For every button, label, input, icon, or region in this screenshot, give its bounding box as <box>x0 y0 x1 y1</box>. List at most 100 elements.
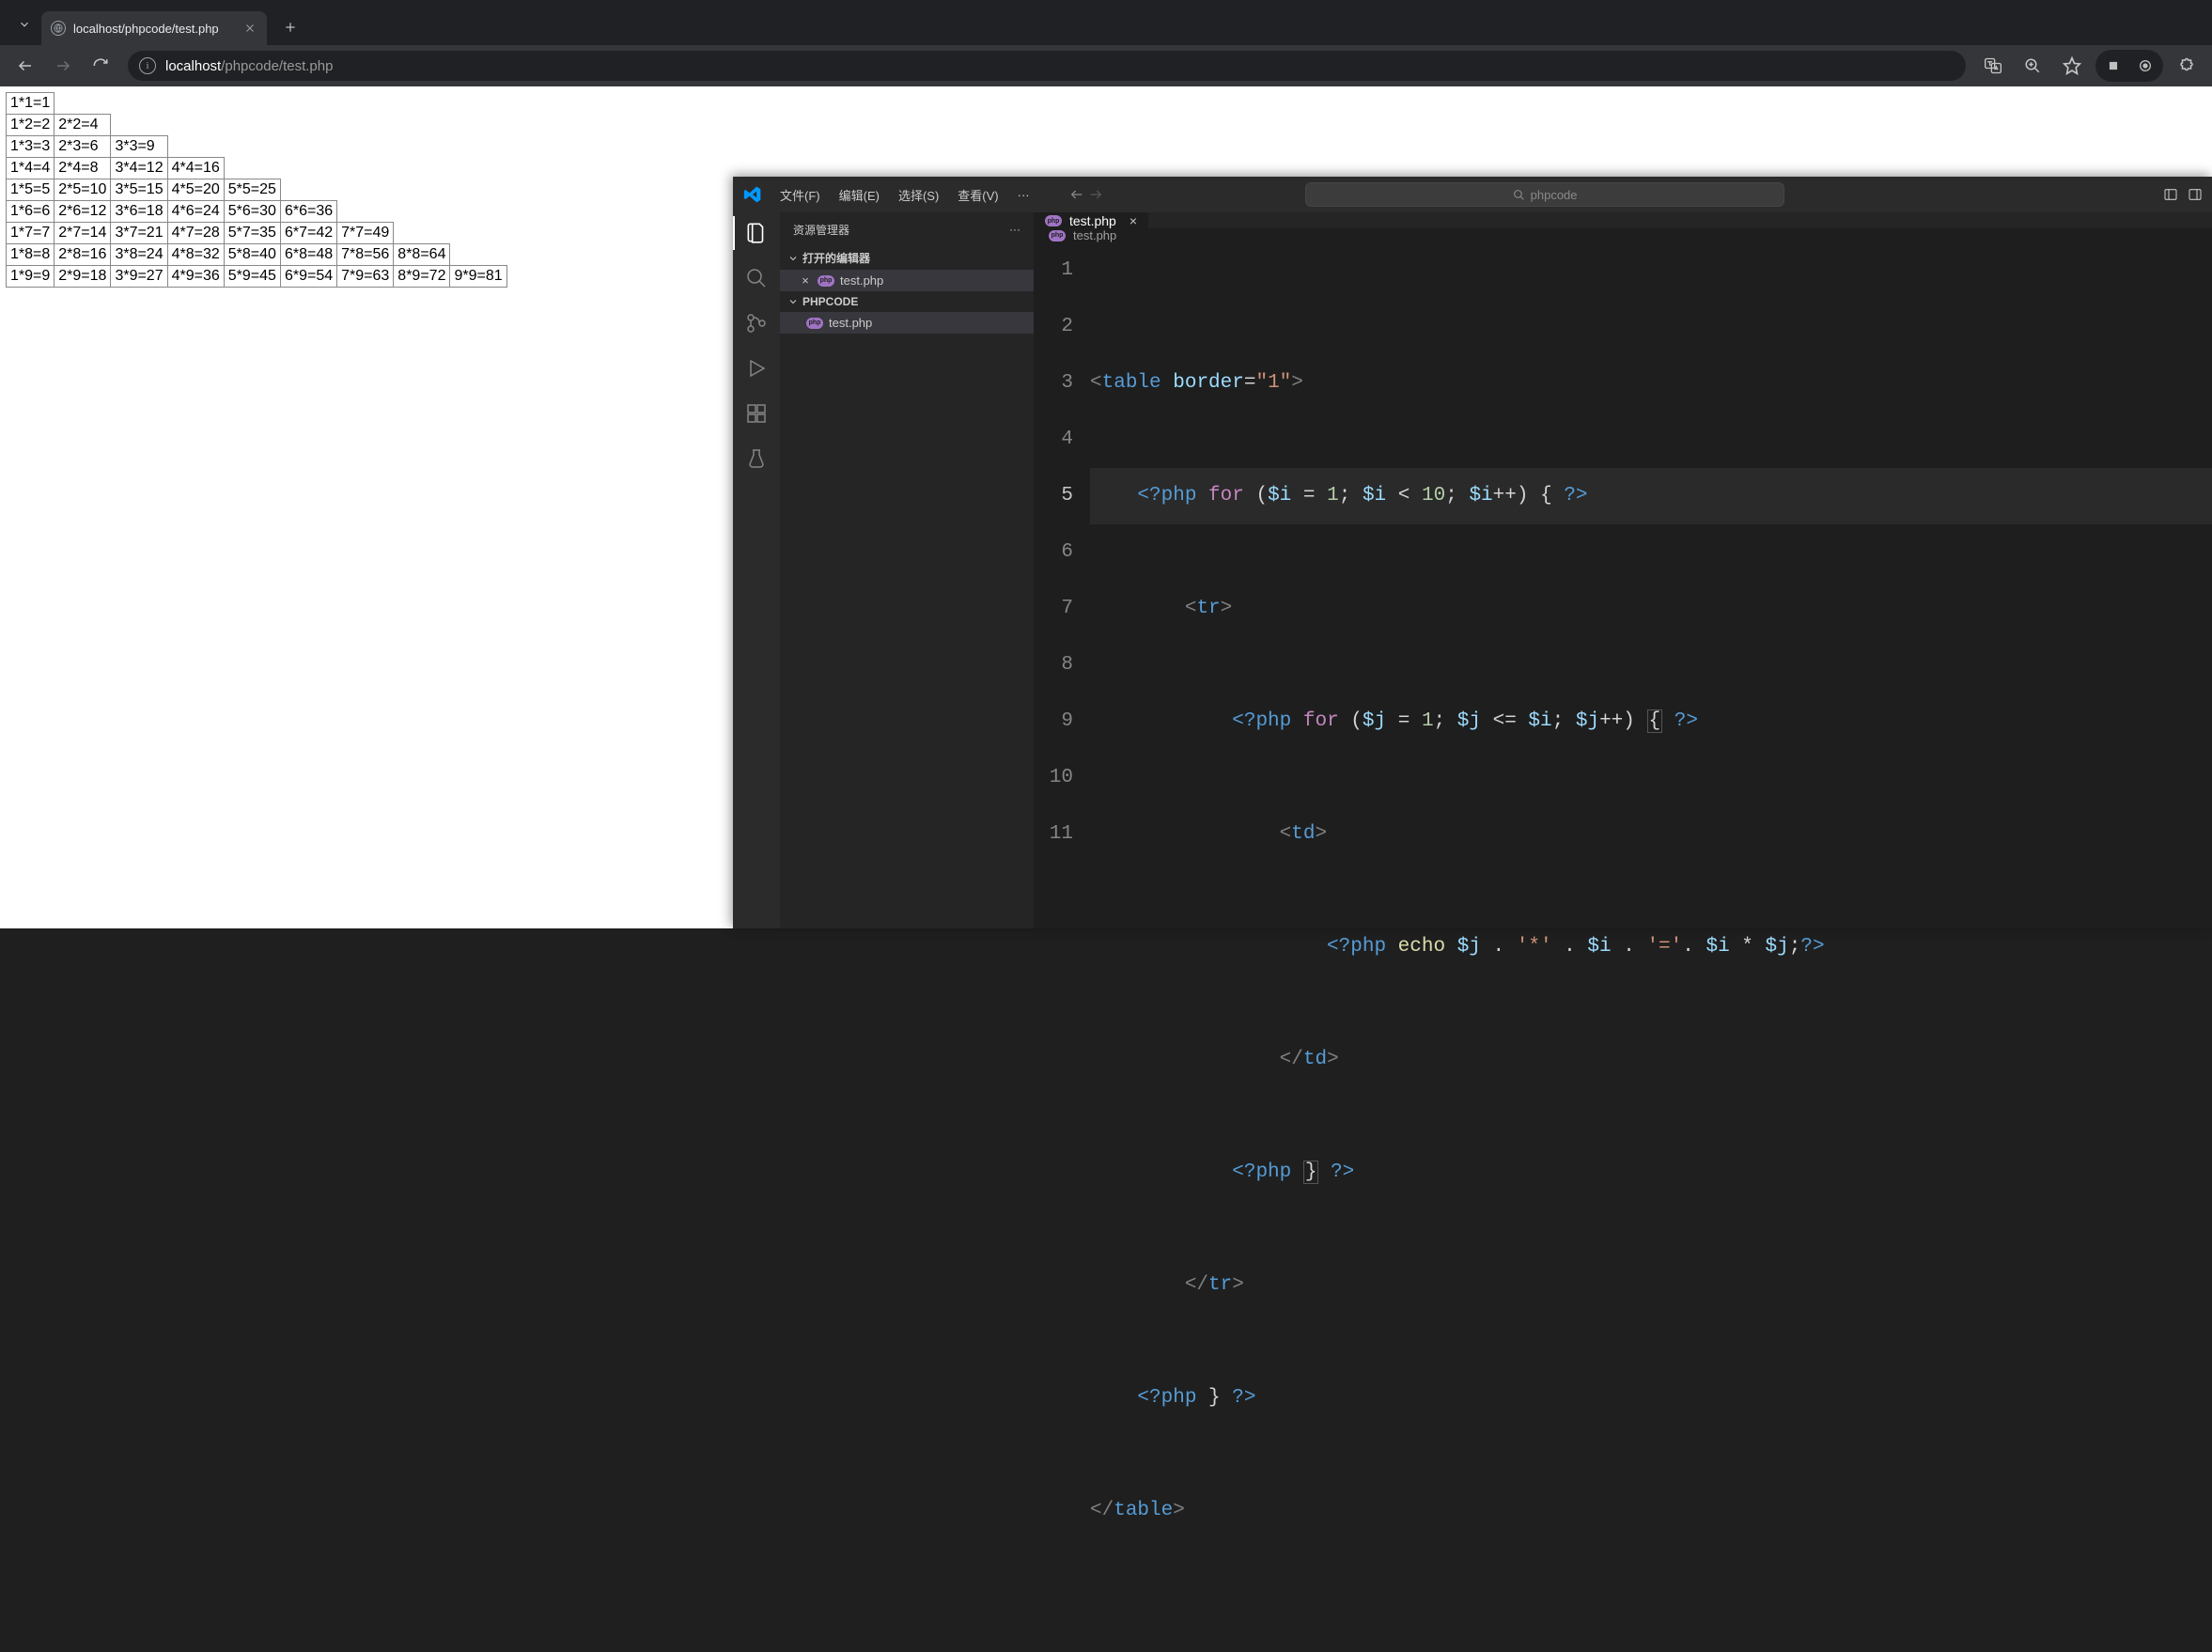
table-cell: 1*5=5 <box>7 179 55 201</box>
forward-button[interactable] <box>47 50 79 82</box>
browser-tab[interactable]: localhost/phpcode/test.php <box>41 11 267 45</box>
open-editor-file[interactable]: × php test.php <box>780 270 1034 291</box>
table-row: 1*3=32*3=63*3=9 <box>7 136 507 158</box>
table-cell: 3*5=15 <box>111 179 167 201</box>
tab-title: localhost/phpcode/test.php <box>73 22 219 36</box>
command-center[interactable]: phpcode <box>1305 182 1784 207</box>
extension-icon-2[interactable] <box>2133 54 2157 78</box>
reload-button[interactable] <box>85 50 117 82</box>
table-cell: 1*1=1 <box>7 93 55 115</box>
address-text: localhost/phpcode/test.php <box>165 58 333 74</box>
open-editors-section[interactable]: 打开的编辑器 <box>780 246 1034 270</box>
table-cell: 5*5=25 <box>224 179 280 201</box>
table-cell: 1*7=7 <box>7 223 55 244</box>
table-cell: 4*5=20 <box>167 179 224 201</box>
table-cell: 2*5=10 <box>55 179 111 201</box>
back-button[interactable] <box>9 50 41 82</box>
table-row: 1*7=72*7=143*7=214*7=285*7=356*7=427*7=4… <box>7 223 507 244</box>
project-section[interactable]: PHPCODE <box>780 291 1034 312</box>
layout-panel-left-icon[interactable] <box>2163 187 2178 202</box>
new-tab-button[interactable] <box>276 13 304 41</box>
table-cell: 5*7=35 <box>224 223 280 244</box>
table-cell: 2*3=6 <box>55 136 111 158</box>
menu-more-icon[interactable]: ··· <box>1010 184 1037 206</box>
nav-back-icon[interactable] <box>1069 187 1084 202</box>
table-cell: 8*8=64 <box>394 244 450 266</box>
project-file[interactable]: php test.php <box>780 312 1034 334</box>
table-cell: 3*3=9 <box>111 136 167 158</box>
table-cell: 9*9=81 <box>450 266 506 288</box>
table-cell: 6*6=36 <box>280 201 336 223</box>
open-editor-filename: test.php <box>840 273 883 288</box>
toolbar-right <box>1977 50 2203 82</box>
table-row: 1*4=42*4=83*4=124*4=16 <box>7 158 507 179</box>
site-info-icon[interactable]: i <box>139 57 156 74</box>
table-cell: 1*8=8 <box>7 244 55 266</box>
extensions-puzzle-icon[interactable] <box>2171 50 2203 82</box>
bookmark-star-icon[interactable] <box>2056 50 2088 82</box>
tab-close-button[interactable] <box>242 21 257 36</box>
table-cell: 5*8=40 <box>224 244 280 266</box>
php-file-icon: php <box>1045 215 1062 226</box>
menu-edit[interactable]: 编辑(E) <box>832 182 887 208</box>
table-cell: 3*4=12 <box>111 158 167 179</box>
table-row: 1*5=52*5=103*5=154*5=205*5=25 <box>7 179 507 201</box>
zoom-icon[interactable] <box>2017 50 2048 82</box>
table-cell: 1*4=4 <box>7 158 55 179</box>
activity-extensions-icon[interactable] <box>743 400 770 427</box>
table-cell: 4*6=24 <box>167 201 224 223</box>
address-bar[interactable]: i localhost/phpcode/test.php <box>128 51 1966 81</box>
nav-arrows <box>1069 187 1103 202</box>
code-content[interactable]: <table border="1"> <?php for ($i = 1; $i… <box>1090 242 2212 1652</box>
table-cell: 2*2=4 <box>55 115 111 136</box>
php-file-icon: php <box>1049 230 1066 242</box>
table-cell: 4*4=16 <box>167 158 224 179</box>
php-file-icon: php <box>806 318 823 329</box>
translate-icon[interactable] <box>1977 50 2009 82</box>
menu-view[interactable]: 查看(V) <box>950 182 1005 208</box>
activity-run-debug-icon[interactable] <box>743 355 770 382</box>
breadcrumb-bar[interactable]: php test.php <box>1034 228 2212 242</box>
table-cell: 4*8=32 <box>167 244 224 266</box>
tabs-dropdown-button[interactable] <box>8 8 41 41</box>
table-cell: 4*7=28 <box>167 223 224 244</box>
explorer-title: 资源管理器 <box>793 222 849 238</box>
table-cell: 7*8=56 <box>337 244 394 266</box>
table-cell: 3*8=24 <box>111 244 167 266</box>
layout-panel-right-icon[interactable] <box>2188 187 2203 202</box>
editor-tab[interactable]: php test.php × <box>1034 212 1149 228</box>
explorer-more-icon[interactable]: ··· <box>1009 223 1020 236</box>
menu-select[interactable]: 选择(S) <box>891 182 946 208</box>
table-cell: 1*6=6 <box>7 201 55 223</box>
table-cell: 6*7=42 <box>280 223 336 244</box>
activity-search-icon[interactable] <box>743 265 770 291</box>
activity-testing-icon[interactable] <box>743 445 770 472</box>
table-cell: 2*8=16 <box>55 244 111 266</box>
menu-file[interactable]: 文件(F) <box>772 182 828 208</box>
globe-icon <box>51 21 66 36</box>
browser-toolbar: i localhost/phpcode/test.php <box>0 45 2212 86</box>
vscode-window: 文件(F) 编辑(E) 选择(S) 查看(V) ··· phpcode <box>733 177 2212 928</box>
table-cell: 1*9=9 <box>7 266 55 288</box>
table-cell: 3*6=18 <box>111 201 167 223</box>
nav-forward-icon[interactable] <box>1088 187 1103 202</box>
activity-explorer-icon[interactable] <box>743 220 770 246</box>
editor-tab-close-icon[interactable]: × <box>1129 213 1137 228</box>
vscode-logo-icon <box>742 184 763 205</box>
close-editor-icon[interactable]: × <box>799 273 812 288</box>
table-cell: 4*9=36 <box>167 266 224 288</box>
table-row: 1*8=82*8=163*8=244*8=325*8=406*8=487*8=5… <box>7 244 507 266</box>
table-cell: 8*9=72 <box>394 266 450 288</box>
code-editor[interactable]: 1 2 3 4 5 6 7 8 9 10 11 <table border="1… <box>1034 242 2212 1652</box>
extension-icon-1[interactable] <box>2101 54 2126 78</box>
editor-area: php test.php × php test.php 1 2 3 4 5 6 … <box>1034 212 2212 928</box>
table-row: 1*9=92*9=183*9=274*9=365*9=456*9=547*9=6… <box>7 266 507 288</box>
table-row: 1*6=62*6=123*6=184*6=245*6=306*6=36 <box>7 201 507 223</box>
table-cell: 1*3=3 <box>7 136 55 158</box>
editor-tab-name: test.php <box>1069 213 1116 228</box>
breadcrumb-text: test.php <box>1073 228 1116 242</box>
multiplication-table: 1*1=11*2=22*2=41*3=32*3=63*3=91*4=42*4=8… <box>6 92 507 288</box>
table-cell: 2*7=14 <box>55 223 111 244</box>
activity-source-control-icon[interactable] <box>743 310 770 336</box>
explorer-sidebar: 资源管理器 ··· 打开的编辑器 × php test.php PHPCODE … <box>780 212 1034 928</box>
